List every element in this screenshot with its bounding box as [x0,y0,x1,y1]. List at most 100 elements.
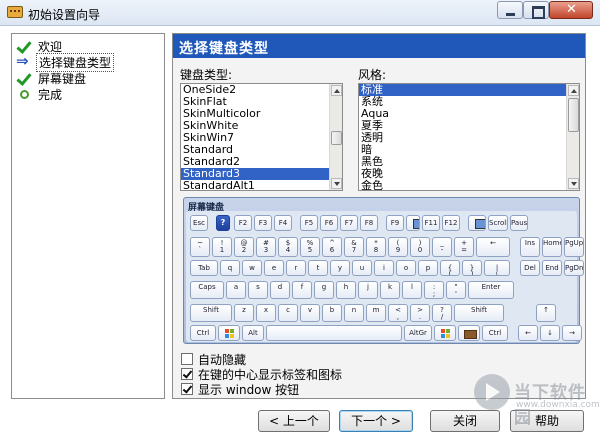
keyboard-key[interactable]: e [264,260,284,276]
keyboard-key[interactable] [218,325,240,341]
keyboard-key[interactable]: z [234,304,254,322]
scroll-down-icon[interactable] [568,178,579,189]
list-item[interactable]: 夏季 [359,120,579,132]
keyboard-key[interactable]: Ctrl [482,325,508,341]
scroll-up-icon[interactable] [331,85,342,96]
keyboard-key[interactable]: F2 [234,215,252,231]
keyboard-key[interactable]: Alt [242,325,264,341]
keyboard-key[interactable]: F5 [300,215,318,231]
keyboard-key[interactable]: @ 2 [234,237,254,257]
keyboard-key[interactable] [458,325,480,341]
keyboard-key[interactable]: PgDn [564,260,584,276]
keyboard-key[interactable]: PgUp [564,237,584,257]
keyboard-key[interactable]: ↓ [540,325,560,341]
keyboard-key[interactable]: Esc [190,215,208,231]
option-auto-hide[interactable]: 自动隐藏 [181,352,246,367]
keyboard-key[interactable]: n [344,304,364,322]
keyboard-key[interactable]: Ins [520,237,540,257]
keyboard-key[interactable]: Shift [190,304,232,322]
keyboard-key[interactable]: o [396,260,416,276]
keyboard-key[interactable]: ^ 6 [322,237,342,257]
list-item[interactable]: 系统 [359,96,579,108]
keyboard-key[interactable]: Caps [190,281,224,299]
scrollbar-thumb[interactable] [568,98,579,132]
keyboard-type-list[interactable]: OneSide2 SkinFlat SkinMulticolor SkinWhite S… [180,83,343,191]
keyboard-key[interactable]: Home [542,237,562,257]
keyboard-key[interactable]: F11 [422,215,440,231]
keyboard-key[interactable]: s [248,281,268,299]
keyboard-key[interactable]: + = [454,237,474,257]
keyboard-key[interactable]: & 7 [344,237,364,257]
keyboard-key[interactable] [266,325,402,341]
keyboard-key[interactable]: i [374,260,394,276]
keyboard-key[interactable]: k [380,281,400,299]
show-window-button-checkbox[interactable] [181,383,193,395]
keyboard-key[interactable]: ← [476,237,510,257]
keyboard-key[interactable]: Tab [190,260,218,276]
keyboard-type-scrollbar[interactable] [329,84,342,190]
keyboard-key[interactable]: a [226,281,246,299]
keyboard-key[interactable]: _ - [432,237,452,257]
keyboard-key[interactable] [468,215,486,231]
keyboard-key[interactable]: Enter [468,281,514,299]
scrollbar-thumb[interactable] [331,131,342,145]
minimize-button[interactable] [497,1,523,19]
nav-step-finish[interactable]: 完成 [16,86,64,102]
keyboard-key[interactable]: | \ [484,260,510,276]
keyboard-key[interactable]: % 5 [300,237,320,257]
keyboard-key[interactable]: F4 [274,215,292,231]
keyboard-key[interactable]: $ 4 [278,237,298,257]
keyboard-key[interactable]: { [ [440,260,460,276]
keyboard-key[interactable]: y [330,260,350,276]
keyboard-key[interactable]: l [402,281,422,299]
keyboard-key[interactable]: Pause [510,215,528,231]
keyboard-key[interactable]: : ; [424,281,444,299]
auto-hide-checkbox[interactable] [181,353,193,365]
keyboard-key[interactable]: F12 [442,215,460,231]
list-item[interactable]: 黑色 [359,156,579,168]
option-center-labels[interactable]: 在键的中心显示标签和图标 [181,367,342,382]
title-bar[interactable]: 初始设置向导 ✕ [0,0,600,26]
keyboard-key[interactable]: F7 [340,215,358,231]
keyboard-key[interactable]: c [278,304,298,322]
keyboard-key[interactable]: r [286,260,306,276]
keyboard-key[interactable] [434,325,456,341]
keyboard-key[interactable]: t [308,260,328,276]
keyboard-key[interactable]: w [242,260,262,276]
keyboard-key[interactable]: ← [518,325,538,341]
keyboard-key[interactable]: g [314,281,334,299]
keyboard-key[interactable]: F9 [386,215,404,231]
keyboard-key[interactable]: } ] [462,260,482,276]
keyboard-key[interactable]: " ' [446,281,466,299]
keyboard-key[interactable]: d [270,281,290,299]
keyboard-key[interactable]: ~ ` [190,237,210,257]
keyboard-key[interactable]: Ctrl [190,325,216,341]
list-item[interactable]: 透明 [359,132,579,144]
maximize-button[interactable] [523,1,549,19]
keyboard-key[interactable]: Shift [454,304,504,322]
keyboard-key[interactable]: ! 1 [212,237,232,257]
keyboard-key[interactable]: > . [410,304,430,322]
keyboard-key[interactable]: v [300,304,320,322]
keyboard-key[interactable] [406,215,420,231]
keyboard-key[interactable]: u [352,260,372,276]
keyboard-key[interactable]: b [322,304,342,322]
keyboard-key[interactable]: Scroll [488,215,508,231]
keyboard-key[interactable]: q [220,260,240,276]
keyboard-key[interactable]: → [562,325,582,341]
list-item[interactable]: 夜晚 [359,168,579,180]
keyboard-key[interactable]: ( 9 [388,237,408,257]
list-item[interactable]: StandardAlt1 [181,180,342,191]
nav-step-onscreen-keyboard[interactable]: 屏幕键盘 [16,70,88,86]
scroll-up-icon[interactable] [568,85,579,96]
keyboard-key[interactable]: F6 [320,215,338,231]
next-button[interactable]: 下一个 > [339,410,413,432]
keyboard-key[interactable]: < , [388,304,408,322]
style-list[interactable]: 标准 系统 Aqua 夏季 透明暗黑色 夜晚 金色 [358,83,580,191]
close-window-button[interactable]: ✕ [549,1,593,19]
scroll-down-icon[interactable] [331,178,342,189]
keyboard-key[interactable]: Del [520,260,540,276]
option-show-window-button[interactable]: 显示 window 按钮 [181,382,299,397]
style-scrollbar[interactable] [566,84,579,190]
keyboard-key[interactable]: ) 0 [410,237,430,257]
